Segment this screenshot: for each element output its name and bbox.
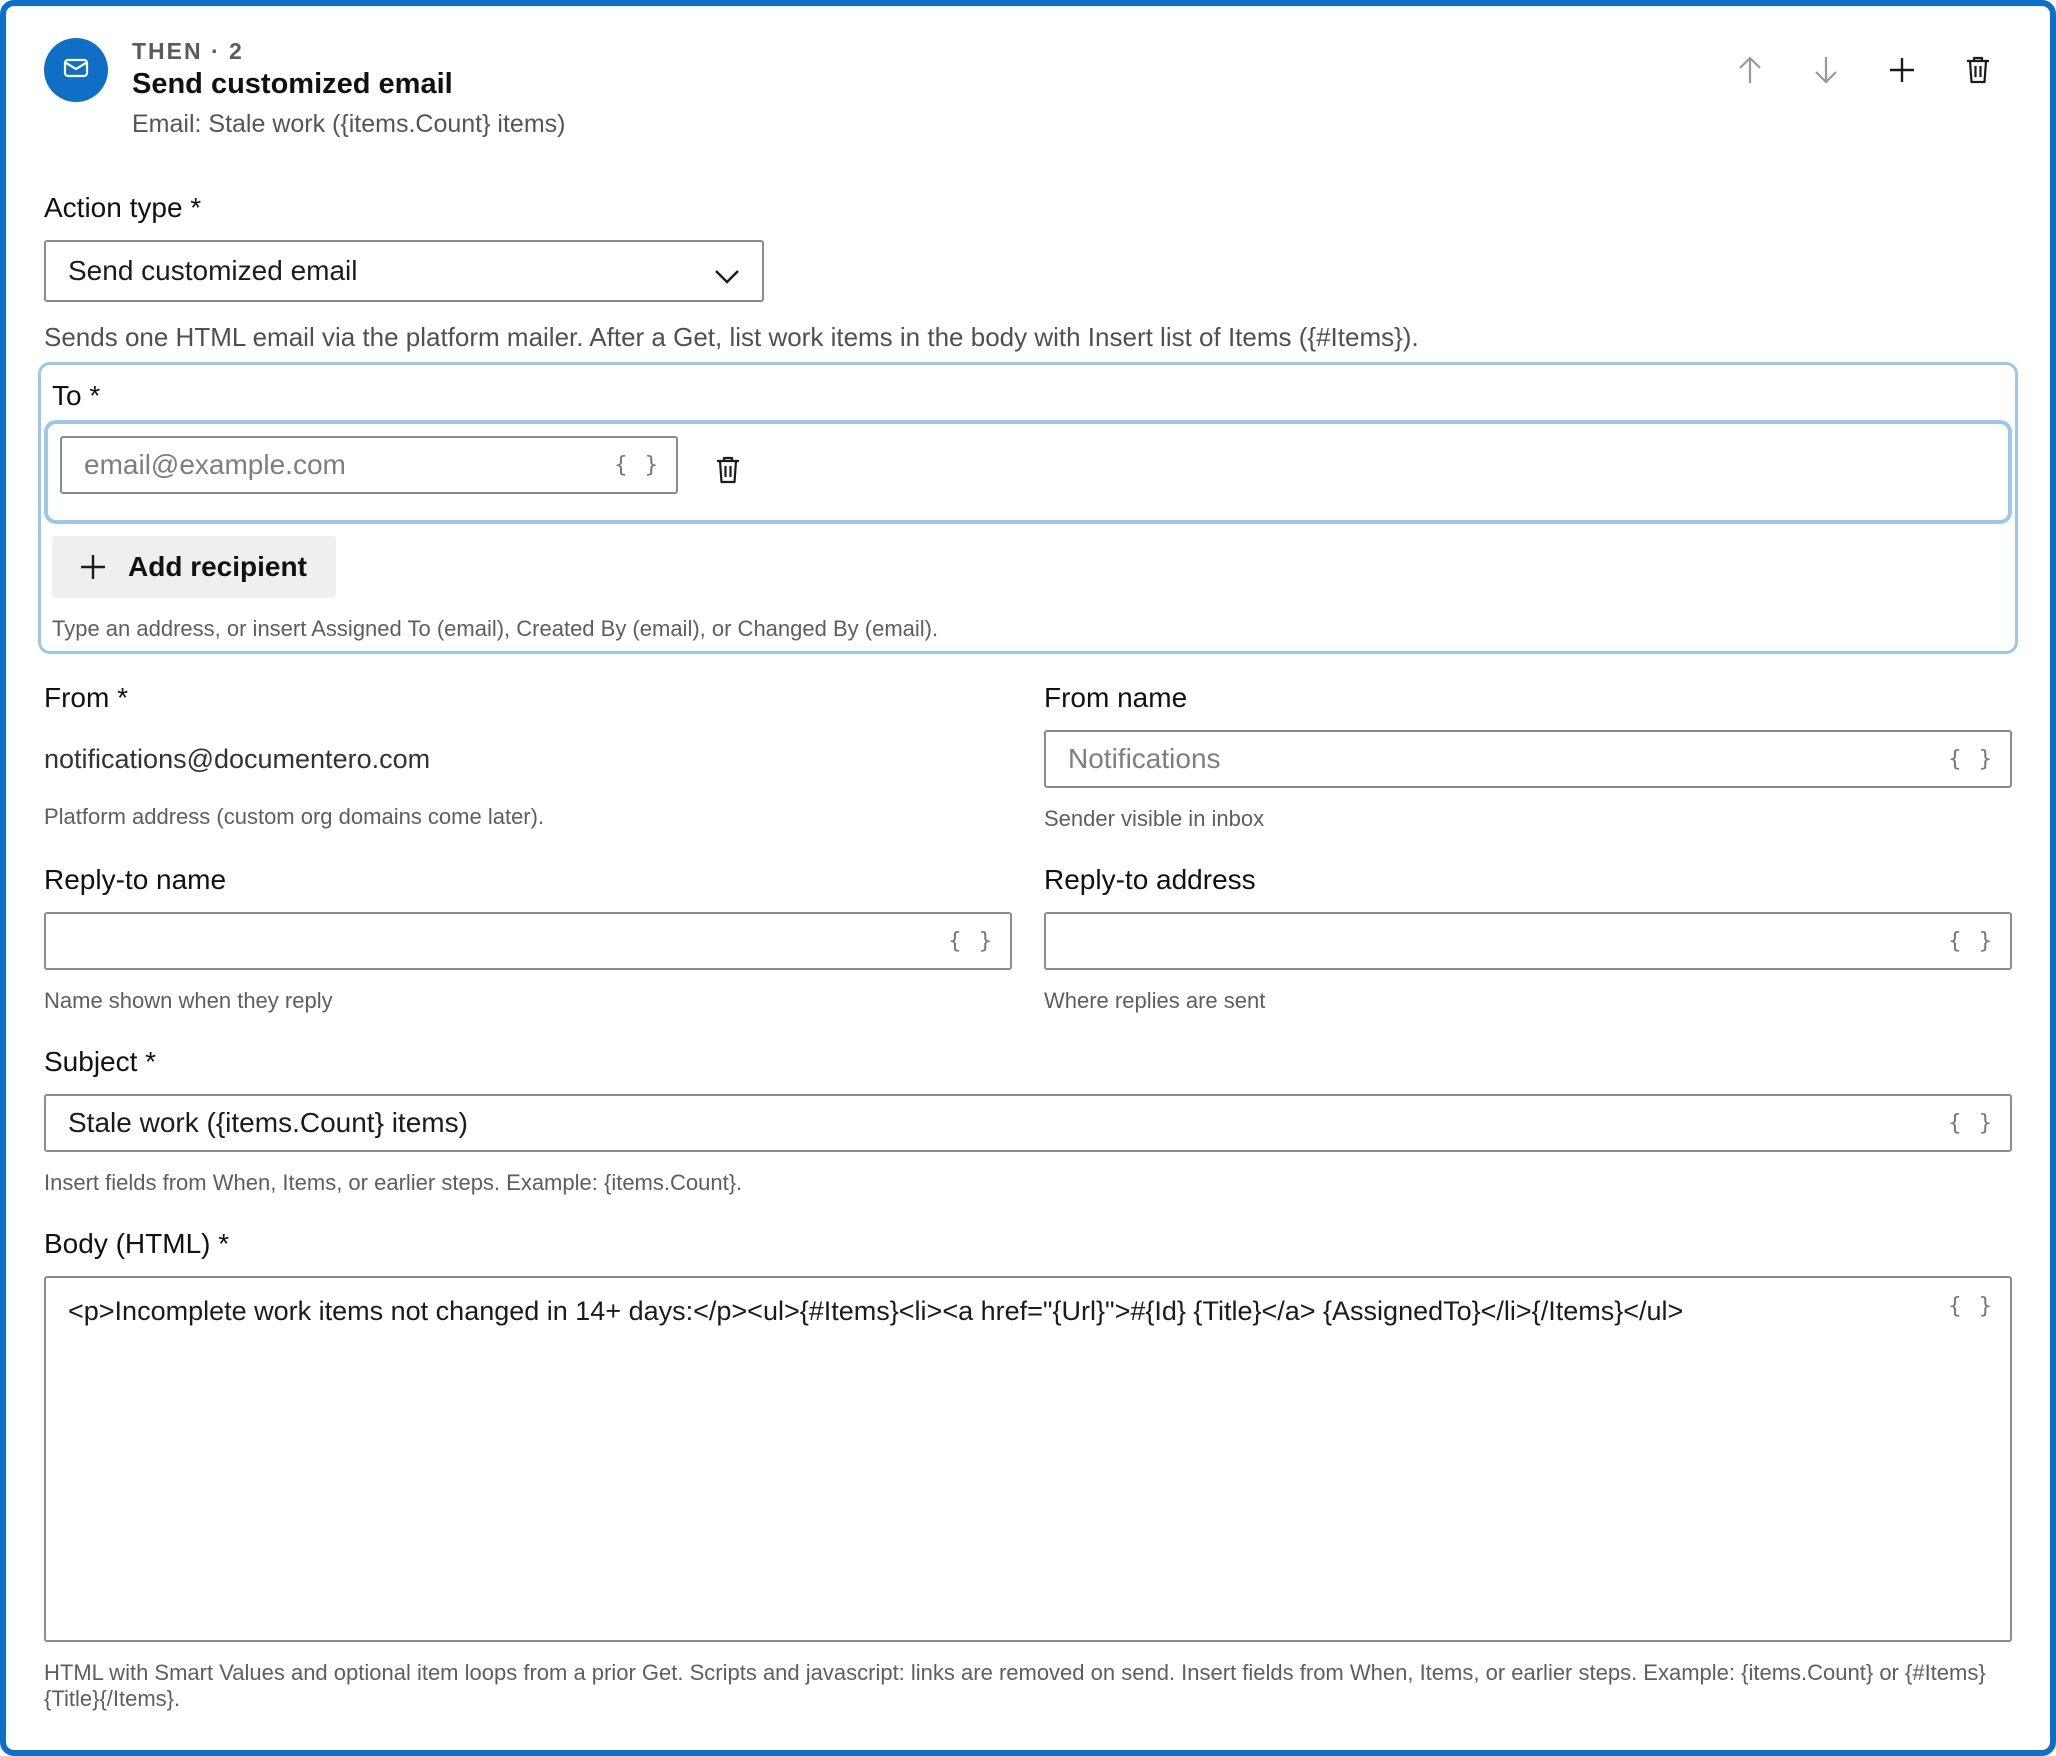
action-type-select[interactable]: Send customized email bbox=[44, 240, 764, 302]
to-hint: Type an address, or insert Assigned To (… bbox=[52, 616, 939, 641]
reply-name-label: Reply-to name bbox=[44, 864, 227, 895]
reply-address-input[interactable]: { } bbox=[1044, 912, 2012, 970]
insert-field-button[interactable]: { } bbox=[948, 929, 994, 954]
insert-field-button[interactable]: { } bbox=[1948, 747, 1994, 772]
from-name-label: From name bbox=[1044, 682, 1188, 713]
subject-hint: Insert fields from When, Items, or earli… bbox=[44, 1170, 743, 1195]
action-type-value: Send customized email bbox=[68, 255, 358, 286]
body-hint: HTML with Smart Values and optional item… bbox=[44, 1660, 1986, 1711]
plus-icon bbox=[80, 554, 106, 580]
trash-icon bbox=[1965, 55, 1991, 90]
step-title: Send customized email bbox=[132, 68, 453, 100]
trash-icon bbox=[715, 455, 741, 490]
body-value: <p>Incomplete work items not changed in … bbox=[68, 1296, 1684, 1326]
add-recipient-label: Add recipient bbox=[128, 551, 307, 582]
remove-recipient-button[interactable] bbox=[702, 446, 754, 498]
add-recipient-button[interactable]: Add recipient bbox=[52, 536, 336, 598]
action-type-description: Sends one HTML email via the platform ma… bbox=[44, 322, 1419, 352]
subject-input[interactable]: Stale work ({items.Count} items) { } bbox=[44, 1094, 2012, 1152]
mail-icon bbox=[63, 57, 89, 84]
insert-field-button[interactable]: { } bbox=[614, 453, 660, 478]
delete-step-button[interactable] bbox=[1952, 46, 2004, 98]
subject-label: Subject * bbox=[44, 1046, 157, 1077]
reply-address-hint: Where replies are sent bbox=[1044, 988, 1266, 1013]
insert-field-button[interactable]: { } bbox=[1948, 1111, 1994, 1136]
body-textarea[interactable]: <p>Incomplete work items not changed in … bbox=[44, 1276, 2012, 1642]
from-name-hint: Sender visible in inbox bbox=[1044, 806, 1265, 831]
reply-name-input[interactable]: { } bbox=[44, 912, 1012, 970]
recipient-email-placeholder: email@example.com bbox=[84, 449, 346, 480]
from-label: From * bbox=[44, 682, 128, 713]
insert-field-button[interactable]: { } bbox=[1948, 929, 1994, 954]
subject-value: Stale work ({items.Count} items) bbox=[68, 1107, 468, 1138]
from-hint: Platform address (custom org domains com… bbox=[44, 804, 545, 829]
body-label: Body (HTML) * bbox=[44, 1228, 230, 1259]
step-label: THEN · 2 bbox=[132, 38, 244, 64]
step-avatar bbox=[44, 38, 108, 102]
move-down-button[interactable] bbox=[1800, 46, 1852, 98]
reply-address-label: Reply-to address bbox=[1044, 864, 1256, 895]
arrow-down-icon bbox=[1813, 55, 1839, 90]
recipient-email-input[interactable]: email@example.com { } bbox=[60, 436, 678, 494]
chevron-down-icon bbox=[714, 260, 740, 292]
move-up-button[interactable] bbox=[1724, 46, 1776, 98]
plus-icon bbox=[1888, 56, 1916, 89]
add-step-button[interactable] bbox=[1876, 46, 1928, 98]
step-subtitle: Email: Stale work ({items.Count} items) bbox=[132, 110, 566, 138]
from-value: notifications@documentero.com bbox=[44, 744, 431, 774]
from-name-placeholder: Notifications bbox=[1068, 743, 1221, 774]
reply-name-hint: Name shown when they reply bbox=[44, 988, 333, 1013]
insert-field-button[interactable]: { } bbox=[1948, 1294, 1994, 1319]
to-label: To * bbox=[52, 380, 101, 411]
from-name-input[interactable]: Notifications { } bbox=[1044, 730, 2012, 788]
arrow-up-icon bbox=[1737, 55, 1763, 90]
action-type-label: Action type * bbox=[44, 192, 202, 223]
